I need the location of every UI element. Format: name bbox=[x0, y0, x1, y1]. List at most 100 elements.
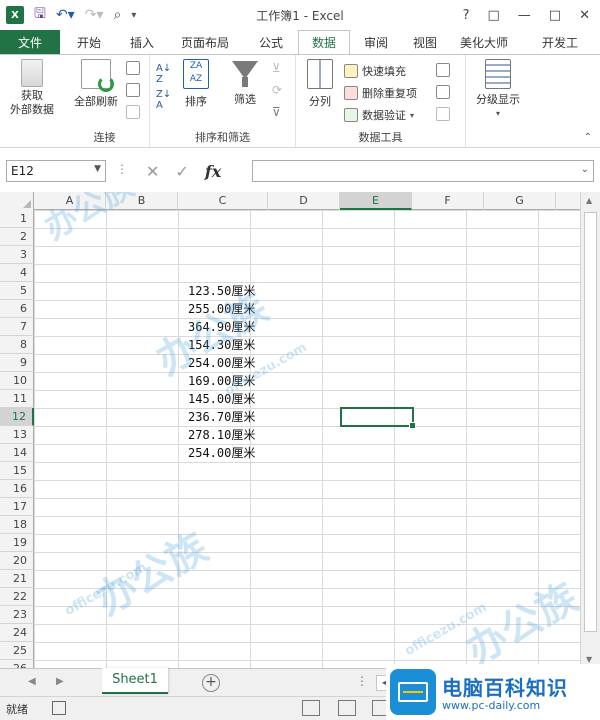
row-header-14[interactable]: 14 bbox=[0, 444, 34, 462]
collapse-ribbon-icon[interactable]: ⌃ bbox=[584, 132, 592, 143]
cell-C7[interactable]: 364.90厘米 bbox=[188, 318, 255, 336]
row-header-13[interactable]: 13 bbox=[0, 426, 34, 444]
row-header-20[interactable]: 20 bbox=[0, 552, 34, 570]
row-header-5[interactable]: 5 bbox=[0, 282, 34, 300]
data-validation-button[interactable]: 数据验证 ▾ bbox=[344, 107, 414, 123]
row-header-10[interactable]: 10 bbox=[0, 372, 34, 390]
row-header-1[interactable]: 1 bbox=[0, 210, 34, 228]
tab-beautify-master[interactable]: 美化大师 bbox=[448, 30, 520, 54]
close-icon[interactable]: ✕ bbox=[579, 8, 590, 23]
cell-C6[interactable]: 255.00厘米 bbox=[188, 300, 255, 318]
column-header-G[interactable]: G bbox=[484, 192, 556, 210]
column-header-A[interactable]: A bbox=[34, 192, 106, 210]
tab-file[interactable]: 文件 bbox=[0, 30, 60, 54]
row-header-2[interactable]: 2 bbox=[0, 228, 34, 246]
edit-links-icon[interactable] bbox=[126, 105, 140, 119]
cell-C12[interactable]: 236.70厘米 bbox=[188, 408, 255, 426]
filter-button[interactable]: 筛选 bbox=[226, 59, 264, 107]
get-external-data-button[interactable]: 获取 外部数据 bbox=[4, 59, 60, 117]
clear-filter-icon[interactable]: ⊻ bbox=[272, 61, 281, 75]
print-preview-icon[interactable]: ⌕ bbox=[113, 7, 121, 23]
cell-C13[interactable]: 278.10厘米 bbox=[188, 426, 255, 444]
connections-icon[interactable] bbox=[126, 61, 140, 75]
column-header-B[interactable]: B bbox=[106, 192, 178, 210]
row-header-7[interactable]: 7 bbox=[0, 318, 34, 336]
customize-qat-icon[interactable]: ▾ bbox=[131, 10, 136, 21]
sort-asc-icon[interactable]: A↓ Z bbox=[156, 63, 171, 85]
tab-view[interactable]: 视图 bbox=[402, 30, 448, 54]
row-header-4[interactable]: 4 bbox=[0, 264, 34, 282]
cell-area[interactable]: 123.50厘米 255.00厘米 364.90厘米 154.30厘米 254.00厘米… bbox=[34, 210, 580, 668]
cell-C8[interactable]: 154.30厘米 bbox=[188, 336, 255, 354]
tab-home[interactable]: 开始 bbox=[60, 30, 118, 54]
row-header-6[interactable]: 6 bbox=[0, 300, 34, 318]
column-header-D[interactable]: D bbox=[268, 192, 340, 210]
tab-review[interactable]: 审阅 bbox=[350, 30, 402, 54]
cancel-icon[interactable]: ✕ bbox=[146, 162, 159, 181]
scroll-up-icon[interactable]: ▲ bbox=[586, 196, 592, 205]
row-header-3[interactable]: 3 bbox=[0, 246, 34, 264]
text-to-columns-button[interactable]: 分列 bbox=[302, 59, 338, 109]
row-header-11[interactable]: 11 bbox=[0, 390, 34, 408]
prev-sheet-icon[interactable]: ◀ bbox=[28, 676, 36, 687]
save-icon[interactable]: 🖫 bbox=[34, 3, 46, 27]
vertical-scrollbar[interactable]: ▲ ▼ bbox=[580, 192, 600, 668]
row-header-22[interactable]: 22 bbox=[0, 588, 34, 606]
remove-duplicates-button[interactable]: 删除重复项 bbox=[344, 85, 417, 101]
cell-C10[interactable]: 169.00厘米 bbox=[188, 372, 255, 390]
ribbon-display-icon[interactable]: □ bbox=[488, 8, 500, 23]
add-sheet-icon[interactable]: + bbox=[202, 674, 220, 692]
column-header-E[interactable]: E bbox=[340, 192, 412, 210]
cell-C14[interactable]: 254.00厘米 bbox=[188, 444, 255, 462]
tab-split-handle-icon[interactable]: ⋮ bbox=[356, 674, 368, 688]
outline-button[interactable]: 分级显示 ▾ bbox=[470, 59, 526, 121]
advanced-filter-icon[interactable]: ⊽ bbox=[272, 105, 281, 119]
reapply-icon[interactable]: ⟳ bbox=[272, 83, 282, 97]
formula-input[interactable]: ⌄ bbox=[252, 160, 594, 182]
tab-insert[interactable]: 插入 bbox=[118, 30, 166, 54]
active-cell-E12[interactable] bbox=[340, 407, 416, 429]
column-header-F[interactable]: F bbox=[412, 192, 484, 210]
scroll-down-icon[interactable]: ▼ bbox=[586, 655, 592, 664]
row-header-19[interactable]: 19 bbox=[0, 534, 34, 552]
flash-fill-button[interactable]: 快速填充 bbox=[344, 63, 406, 79]
expand-formula-icon[interactable]: ⌄ bbox=[581, 164, 589, 175]
enter-icon[interactable]: ✓ bbox=[175, 162, 188, 181]
sheet-tab-sheet1[interactable]: Sheet1 bbox=[102, 668, 168, 694]
formula-bar-handle-icon[interactable]: ⋮ bbox=[116, 162, 128, 176]
scroll-thumb[interactable] bbox=[584, 212, 597, 632]
tab-formulas[interactable]: 公式 bbox=[244, 30, 298, 54]
maximize-icon[interactable]: □ bbox=[549, 8, 561, 23]
row-header-16[interactable]: 16 bbox=[0, 480, 34, 498]
row-header-12[interactable]: 12 bbox=[0, 408, 34, 426]
help-icon[interactable]: ? bbox=[463, 8, 470, 23]
row-header-17[interactable]: 17 bbox=[0, 498, 34, 516]
tab-developer[interactable]: 开发工 bbox=[520, 30, 600, 54]
row-header-15[interactable]: 15 bbox=[0, 462, 34, 480]
tab-data[interactable]: 数据 bbox=[298, 30, 350, 54]
minimize-icon[interactable]: — bbox=[518, 8, 531, 23]
row-header-23[interactable]: 23 bbox=[0, 606, 34, 624]
refresh-all-button[interactable]: 全部刷新 bbox=[66, 59, 126, 109]
cell-C9[interactable]: 254.00厘米 bbox=[188, 354, 255, 372]
relationships-icon[interactable] bbox=[436, 107, 450, 121]
page-layout-view-icon[interactable] bbox=[338, 700, 356, 716]
properties-icon[interactable] bbox=[126, 83, 140, 97]
row-header-25[interactable]: 25 bbox=[0, 642, 34, 660]
select-all-button[interactable] bbox=[0, 192, 34, 210]
column-header-C[interactable]: C bbox=[178, 192, 268, 210]
what-if-icon[interactable] bbox=[436, 85, 450, 99]
macro-record-icon[interactable] bbox=[52, 701, 66, 715]
row-header-9[interactable]: 9 bbox=[0, 354, 34, 372]
next-sheet-icon[interactable]: ▶ bbox=[56, 676, 64, 687]
insert-function-icon[interactable]: fx bbox=[205, 162, 221, 181]
cell-C11[interactable]: 145.00厘米 bbox=[188, 390, 255, 408]
row-header-24[interactable]: 24 bbox=[0, 624, 34, 642]
row-header-18[interactable]: 18 bbox=[0, 516, 34, 534]
normal-view-icon[interactable] bbox=[302, 700, 320, 716]
cell-C5[interactable]: 123.50厘米 bbox=[188, 282, 255, 300]
name-box[interactable]: E12 ▼ bbox=[6, 160, 106, 182]
tab-page-layout[interactable]: 页面布局 bbox=[166, 30, 244, 54]
consolidate-icon[interactable] bbox=[436, 63, 450, 77]
sort-button[interactable]: ZA AZ 排序 bbox=[178, 59, 214, 109]
